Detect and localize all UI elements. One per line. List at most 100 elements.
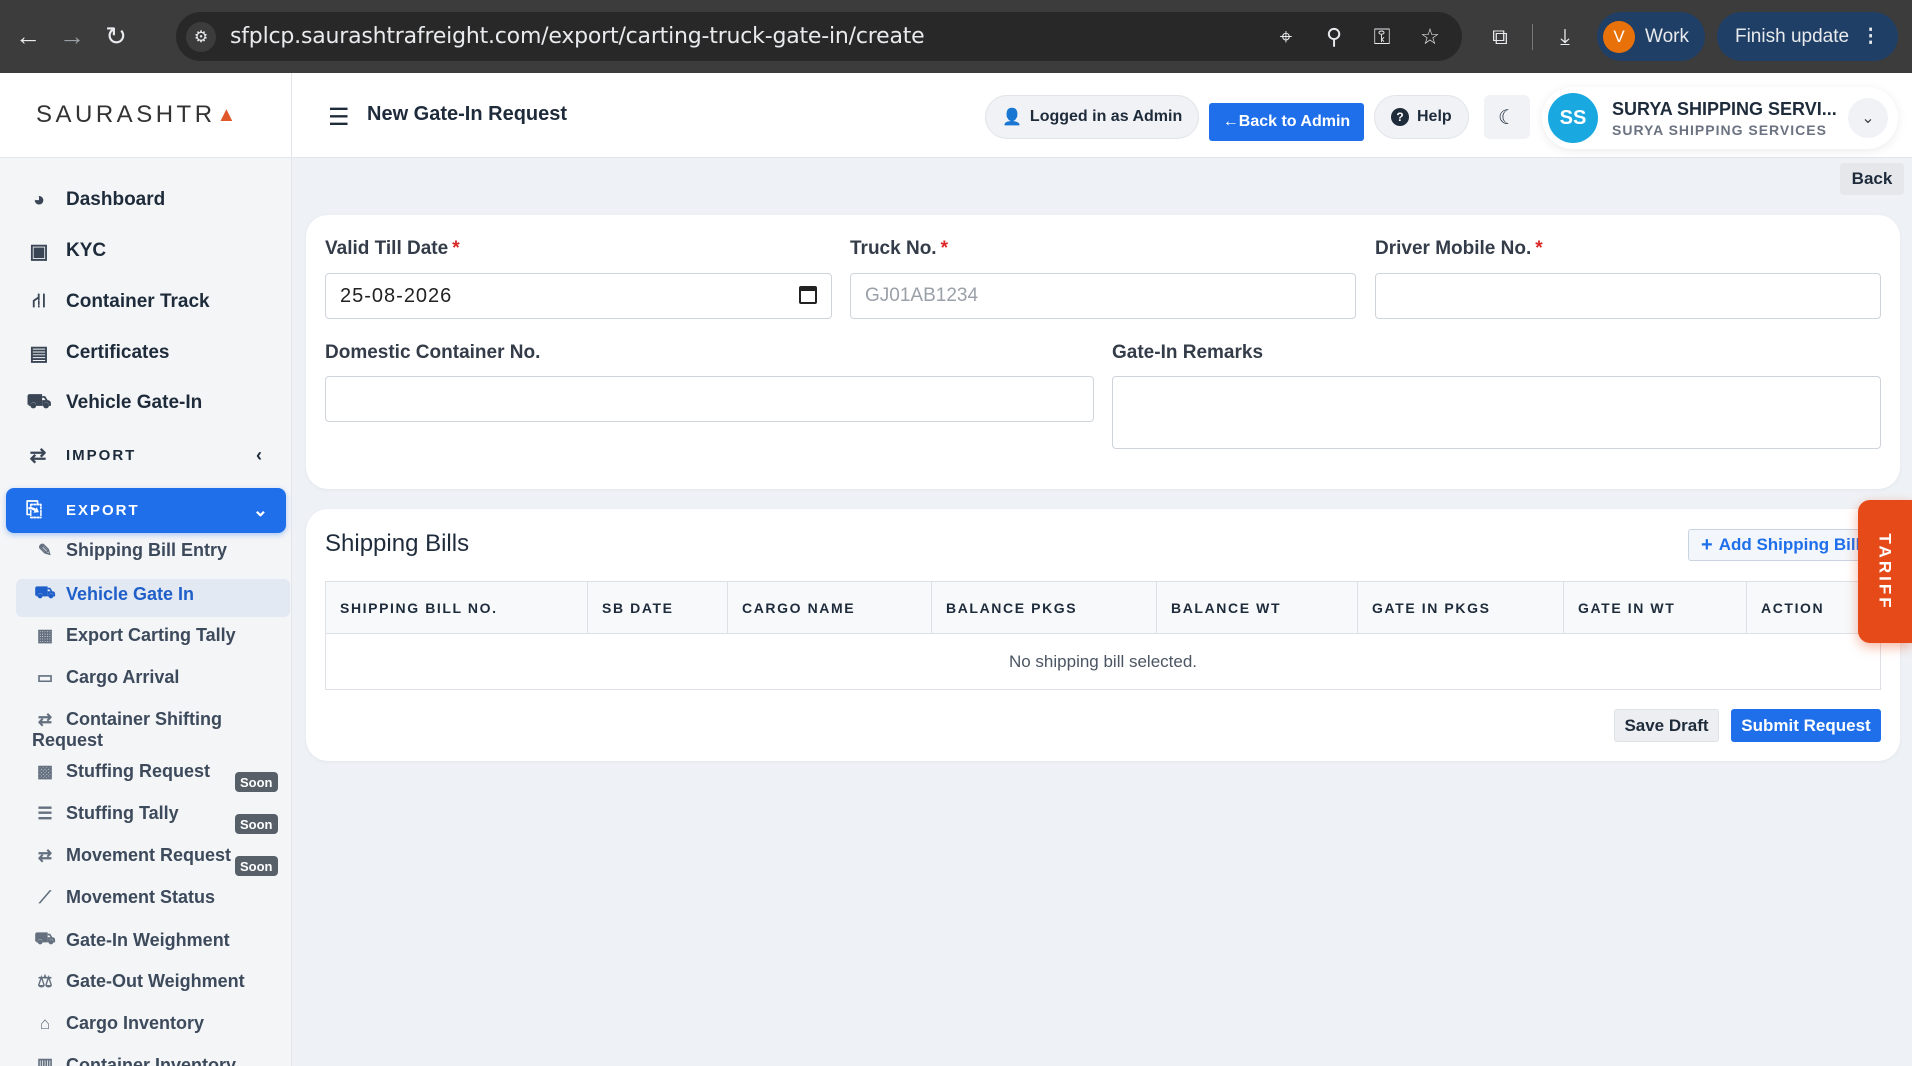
column-header[interactable]: CARGO NAME <box>728 582 932 634</box>
sidebar-item-cargo-arrival[interactable]: ▭ Cargo Arrival <box>34 667 284 688</box>
sidebar-item-cargo-inventory[interactable]: ⌂ Cargo Inventory <box>34 1013 284 1034</box>
add-shipping-bill-label: Add Shipping Bill <box>1718 535 1861 554</box>
avatar: SS <box>1548 93 1598 143</box>
clipboard-check-icon: ▩ <box>36 761 54 781</box>
extensions-icon[interactable]: ⧉ <box>1480 24 1520 50</box>
column-header[interactable]: SB DATE <box>588 582 728 634</box>
save-draft-button[interactable]: Save Draft <box>1614 709 1719 742</box>
kebab-menu-icon: ⋮ <box>1861 26 1881 47</box>
sidebar-item-gate-out-weighment[interactable]: ⚖ Gate-Out Weighment <box>34 971 284 992</box>
page-header: ☰ New Gate-In Request 👤 Logged in as Adm… <box>292 73 1912 158</box>
logged-in-label: Logged in as Admin <box>1029 108 1183 125</box>
arrows-exchange-icon: ⇄ <box>29 444 49 467</box>
sidebar-item-label: Gate-In Weighment <box>66 929 230 950</box>
shift-icon: ⇄ <box>37 709 53 729</box>
shipping-bills-table: SHIPPING BILL NO. SB DATE CARGO NAME BAL… <box>325 581 1881 690</box>
dashboard-icon: ◕ <box>32 188 46 211</box>
sidebar-item-container-track[interactable]: ⛙ Container Track <box>26 282 210 322</box>
column-header[interactable]: BALANCE WT <box>1157 582 1358 634</box>
sidebar-item-kyc[interactable]: ▣ KYC <box>26 231 107 271</box>
downloads-icon[interactable]: ⤓ <box>1545 24 1585 50</box>
column-header[interactable]: BALANCE PKGS <box>932 582 1157 634</box>
column-header[interactable]: GATE IN WT <box>1564 582 1747 634</box>
sidebar-section-export[interactable]: ⎘ EXPORT ⌄ <box>6 488 286 533</box>
column-header[interactable]: SHIPPING BILL NO. <box>326 582 588 634</box>
tariff-tab[interactable]: TARIFF <box>1858 500 1912 643</box>
sidebar-item-label: Shipping Bill Entry <box>66 540 227 560</box>
truck-icon: ⛟ <box>34 583 56 602</box>
valid-till-label: Valid Till Date * <box>325 238 460 259</box>
hamburger-menu-icon[interactable]: ☰ <box>328 103 350 132</box>
gate-in-remarks-textarea[interactable] <box>1112 376 1881 449</box>
sidebar-item-label: Movement Status <box>66 887 216 907</box>
sidebar-item-label: Export Carting Tally <box>66 625 236 645</box>
file-export-icon: ⎘ <box>26 499 44 521</box>
back-to-admin-button[interactable]: ←Back to Admin <box>1209 103 1364 141</box>
chevron-down-icon[interactable]: ⌄ <box>1848 98 1888 138</box>
sidebar-item-label: Container Shifting <box>66 709 222 729</box>
sidebar: SAURASHTR ▲ <box>0 73 292 1066</box>
calendar-icon[interactable] <box>799 286 817 304</box>
browser-forward-icon[interactable]: → <box>50 15 94 59</box>
location-pin-icon[interactable]: ⌖ <box>1272 24 1300 50</box>
truck-icon: ⛟ <box>34 929 56 948</box>
id-card-icon: ▣ <box>29 240 49 263</box>
back-button[interactable]: Back <box>1840 163 1904 195</box>
zoom-icon[interactable]: ⚲ <box>1320 24 1348 50</box>
domestic-container-input[interactable] <box>325 376 1094 422</box>
sidebar-item-certificates[interactable]: ▤ Certificates <box>26 333 170 373</box>
warehouse-icon: ⌂ <box>39 1013 51 1033</box>
profile-button[interactable]: V Work <box>1597 12 1705 61</box>
bookmark-star-icon[interactable]: ☆ <box>1416 24 1444 50</box>
route-icon: ⛙ <box>31 289 47 312</box>
password-key-icon[interactable]: ⚿ <box>1368 24 1396 50</box>
sidebar-item-container-inventory[interactable]: ▥ Container Inventory <box>34 1055 284 1066</box>
browser-back-icon[interactable]: ← <box>6 15 50 59</box>
box-open-icon: ▭ <box>36 667 54 687</box>
brand-logo[interactable]: SAURASHTR ▲ <box>0 73 291 158</box>
help-button[interactable]: ? Help <box>1374 95 1469 139</box>
address-bar[interactable]: ⚙ sfplcp.saurashtrafreight.com/export/ca… <box>176 12 1462 61</box>
finish-update-button[interactable]: Finish update ⋮ <box>1716 12 1899 61</box>
required-mark: * <box>452 238 460 259</box>
chevron-down-icon: ⌄ <box>252 500 268 520</box>
sidebar-item-export-carting-tally[interactable]: ▦ Export Carting Tally <box>34 625 284 646</box>
sidebar-item-label-line2: Request <box>32 730 104 750</box>
sidebar-item-container-shifting-request[interactable]: ⇄ Container Shifting Request <box>32 709 284 751</box>
submit-request-button[interactable]: Submit Request <box>1731 709 1881 742</box>
url-text[interactable]: sfplcp.saurashtrafreight.com/export/cart… <box>230 24 925 49</box>
sidebar-item-label: Stuffing Request <box>66 761 210 781</box>
reload-icon[interactable]: ↻ <box>94 15 138 59</box>
column-header[interactable]: GATE IN PKGS <box>1358 582 1564 634</box>
logged-in-badge: 👤 Logged in as Admin <box>985 95 1200 139</box>
valid-till-date-input[interactable]: 25-08-2026 <box>325 273 832 319</box>
shift-icon: ⇄ <box>37 845 53 865</box>
plus-icon: + <box>1701 533 1713 556</box>
table-header-row: SHIPPING BILL NO. SB DATE CARGO NAME BAL… <box>326 582 1880 634</box>
sidebar-item-shipping-bill-entry[interactable]: ✎ Shipping Bill Entry <box>34 540 284 561</box>
soon-badge: Soon <box>235 772 278 792</box>
sidebar-item-vehicle-gate-in[interactable]: ⛟ Vehicle Gate-In <box>26 383 202 423</box>
required-mark: * <box>940 238 948 259</box>
sidebar-item-gate-in-weighment[interactable]: ⛟ Gate-In Weighment <box>34 929 284 951</box>
question-circle-icon: ? <box>1391 108 1409 126</box>
sidebar-item-movement-status[interactable]: ⟋ Movement Status <box>34 887 284 908</box>
sidebar-item-label: Vehicle Gate-In <box>66 392 203 413</box>
soon-badge: Soon <box>235 814 278 834</box>
toolbar-divider <box>1532 23 1533 50</box>
sidebar-item-label: Dashboard <box>66 189 166 210</box>
section-label: EXPORT <box>66 502 140 519</box>
profile-avatar: V <box>1603 20 1635 53</box>
sidebar-item-label: Stuffing Tally <box>66 803 179 823</box>
site-settings-icon[interactable]: ⚙ <box>186 21 216 52</box>
sidebar-section-import[interactable]: ⇄ IMPORT ‹ <box>26 435 276 475</box>
driver-mobile-input[interactable] <box>1375 273 1881 319</box>
profile-label: Work <box>1645 25 1689 47</box>
user-menu[interactable]: SS SURYA SHIPPING SERVI... SURYA SHIPPIN… <box>1542 87 1898 149</box>
sidebar-item-dashboard[interactable]: ◕ Dashboard <box>26 180 165 220</box>
truck-no-input[interactable] <box>850 273 1356 319</box>
finish-update-label: Finish update <box>1734 25 1850 47</box>
dark-mode-toggle-icon[interactable]: ☾ <box>1484 95 1530 139</box>
container-icon: ▥ <box>36 1055 54 1066</box>
sidebar-item-vehicle-gate-in-export[interactable]: ⛟ Vehicle Gate In <box>34 583 284 605</box>
